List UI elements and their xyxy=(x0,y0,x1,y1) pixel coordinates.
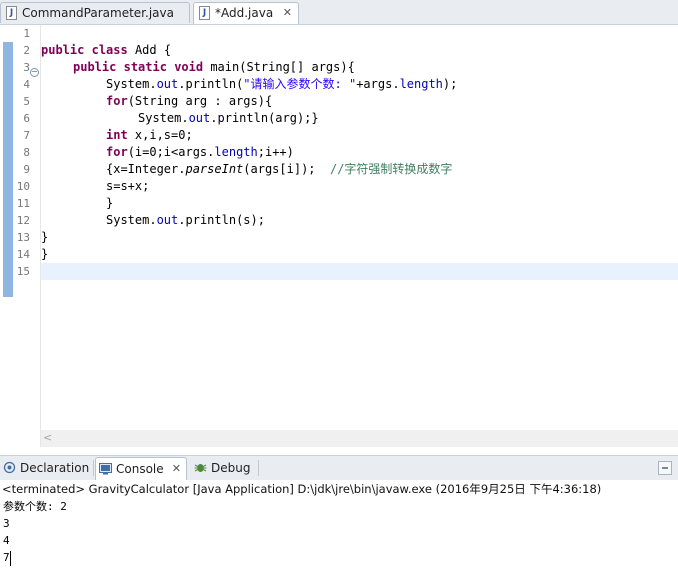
code-line-7: int x,i,s=0; xyxy=(106,128,193,142)
console-line: 3 xyxy=(3,517,10,530)
tab-commandparameter[interactable]: J CommandParameter.java xyxy=(0,2,190,23)
code-line-6: System.out.println(arg);} xyxy=(138,111,319,125)
horizontal-scrollbar[interactable]: < xyxy=(41,430,678,447)
code-line-13: } xyxy=(41,230,49,244)
console-line: 参数个数: 2 xyxy=(3,500,67,513)
tab-label: Debug xyxy=(211,461,251,475)
tab-console[interactable]: Console ✕ xyxy=(95,457,187,480)
tab-debug[interactable]: Debug xyxy=(191,457,257,480)
close-icon[interactable]: ✕ xyxy=(172,462,181,475)
console-line: 4 xyxy=(3,534,10,547)
tab-label: Console xyxy=(116,462,164,476)
line-number: 13 xyxy=(16,231,30,244)
line-number: 15 xyxy=(16,265,30,278)
code-line-9: {x=Integer.parseInt(args[i]); //字符强制转换成数… xyxy=(106,162,453,176)
debug-icon xyxy=(194,464,207,472)
line-number: 6 xyxy=(23,112,30,125)
text-cursor xyxy=(10,551,11,566)
line-number: 12 xyxy=(16,214,30,227)
line-number: 7 xyxy=(23,129,30,142)
tab-separator xyxy=(258,460,259,476)
tab-label: CommandParameter.java xyxy=(22,6,174,20)
line-number: 14 xyxy=(16,248,30,261)
editor-tab-bar: J CommandParameter.java J *Add.java ✕ xyxy=(0,0,678,25)
line-number: 10 xyxy=(16,180,30,193)
line-number: 2 xyxy=(23,44,30,57)
code-line-14: } xyxy=(41,247,49,261)
line-number: 11 xyxy=(16,197,30,210)
fold-collapse-icon[interactable]: − xyxy=(30,68,39,77)
code-line-5: for(String arg : args){ xyxy=(106,94,273,108)
code-line-11: } xyxy=(106,196,114,210)
code-editor[interactable]: 1 2 3 4 5 6 7 8 9 10 11 12 13 14 15 − pu… xyxy=(0,25,678,447)
console-line: 7 xyxy=(3,551,10,564)
line-number: 9 xyxy=(23,163,30,176)
code-line-12: System.out.println(s); xyxy=(106,213,265,227)
code-line-10: s=s+x; xyxy=(106,179,150,193)
java-file-icon: J xyxy=(199,6,210,20)
tab-label: Declaration xyxy=(20,461,90,475)
line-number: 4 xyxy=(23,78,30,91)
code-line-2: public class Add { xyxy=(41,43,172,57)
console-output[interactable]: <terminated> GravityCalculator [Java App… xyxy=(0,480,678,583)
tab-add-java[interactable]: J *Add.java ✕ xyxy=(193,2,299,24)
code-line-4: System.out.println("请输入参数个数: "+args.leng… xyxy=(106,77,458,91)
minimize-button[interactable] xyxy=(658,461,672,475)
console-status-header: <terminated> GravityCalculator [Java App… xyxy=(2,482,602,496)
code-line-3: public static void main(String[] args){ xyxy=(73,60,355,74)
line-number-gutter: 1 2 3 4 5 6 7 8 9 10 11 12 13 14 15 xyxy=(14,25,41,447)
bottom-panel-tab-bar: Declaration Console ✕ Debug xyxy=(0,455,678,481)
line-number: 8 xyxy=(23,146,30,159)
close-icon[interactable]: ✕ xyxy=(283,6,292,19)
console-icon xyxy=(99,463,112,475)
line-number: 1 xyxy=(23,27,30,40)
line-number: 5 xyxy=(23,95,30,108)
line-number: 3 xyxy=(23,61,30,74)
current-line-highlight xyxy=(41,263,678,280)
java-file-icon: J xyxy=(6,6,17,20)
scroll-left-icon[interactable]: < xyxy=(43,431,52,444)
tab-declaration[interactable]: Declaration xyxy=(0,457,92,480)
code-line-8: for(i=0;i<args.length;i++) xyxy=(106,145,294,159)
tab-label: *Add.java xyxy=(215,6,274,20)
tab-separator xyxy=(93,460,94,476)
declaration-icon xyxy=(3,461,16,474)
